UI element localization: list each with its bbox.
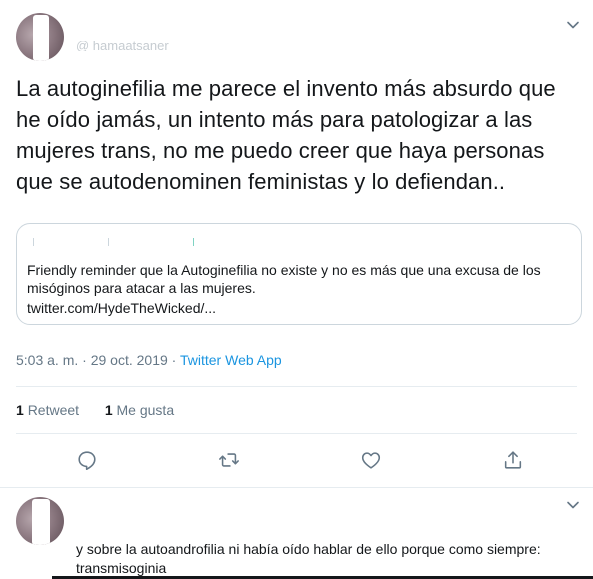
avatar[interactable] [16, 13, 64, 61]
quoted-tweet-link[interactable]: twitter.com/HydeTheWicked/... [27, 299, 216, 317]
retweets-stat[interactable]: 1 Retweet [16, 402, 79, 418]
meta-separator: · [82, 352, 87, 368]
avatar[interactable] [16, 497, 64, 545]
tweet-source-link[interactable]: Twitter Web App [180, 352, 282, 368]
likes-label: Me gusta [116, 402, 175, 418]
like-icon[interactable] [360, 449, 382, 471]
tweet-text: La autoginefilia me parece el invento má… [16, 76, 556, 194]
tweet-meta: 5:03 a. m. · 29 oct. 2019 · Twitter Web … [16, 352, 282, 368]
reply-tweet-text: y sobre la autoandrofilia ni había oído … [76, 541, 541, 576]
tweet-date[interactable]: 29 oct. 2019 [91, 352, 168, 368]
reply-icon[interactable] [76, 449, 98, 471]
retweets-label: Retweet [27, 402, 80, 418]
chevron-down-icon[interactable] [566, 498, 580, 512]
divider [16, 433, 577, 434]
retweet-icon[interactable] [218, 449, 240, 471]
quoted-author-redacted [33, 234, 194, 248]
share-icon[interactable] [502, 449, 524, 471]
tweet-time[interactable]: 5:03 a. m. [16, 352, 78, 368]
meta-separator: · [171, 352, 177, 368]
chevron-down-icon[interactable] [566, 18, 580, 32]
quoted-tweet-text: Friendly reminder que la Autoginefilia n… [27, 262, 541, 296]
main-tweet: @ hamaatsaner La autoginefilia me parece… [0, 0, 593, 488]
user-handle[interactable]: @ hamaatsaner [76, 41, 186, 51]
quoted-tweet[interactable]: Friendly reminder que la Autoginefilia n… [16, 223, 582, 325]
likes-count: 1 [104, 402, 113, 418]
reply-tweet: y sobre la autoandrofilia ni había oído … [0, 488, 593, 579]
retweets-count: 1 [16, 402, 24, 418]
tweet-stats: 1 Retweet 1 Me gusta [16, 402, 174, 418]
likes-stat[interactable]: 1 Me gusta [105, 402, 174, 418]
divider [16, 386, 577, 387]
